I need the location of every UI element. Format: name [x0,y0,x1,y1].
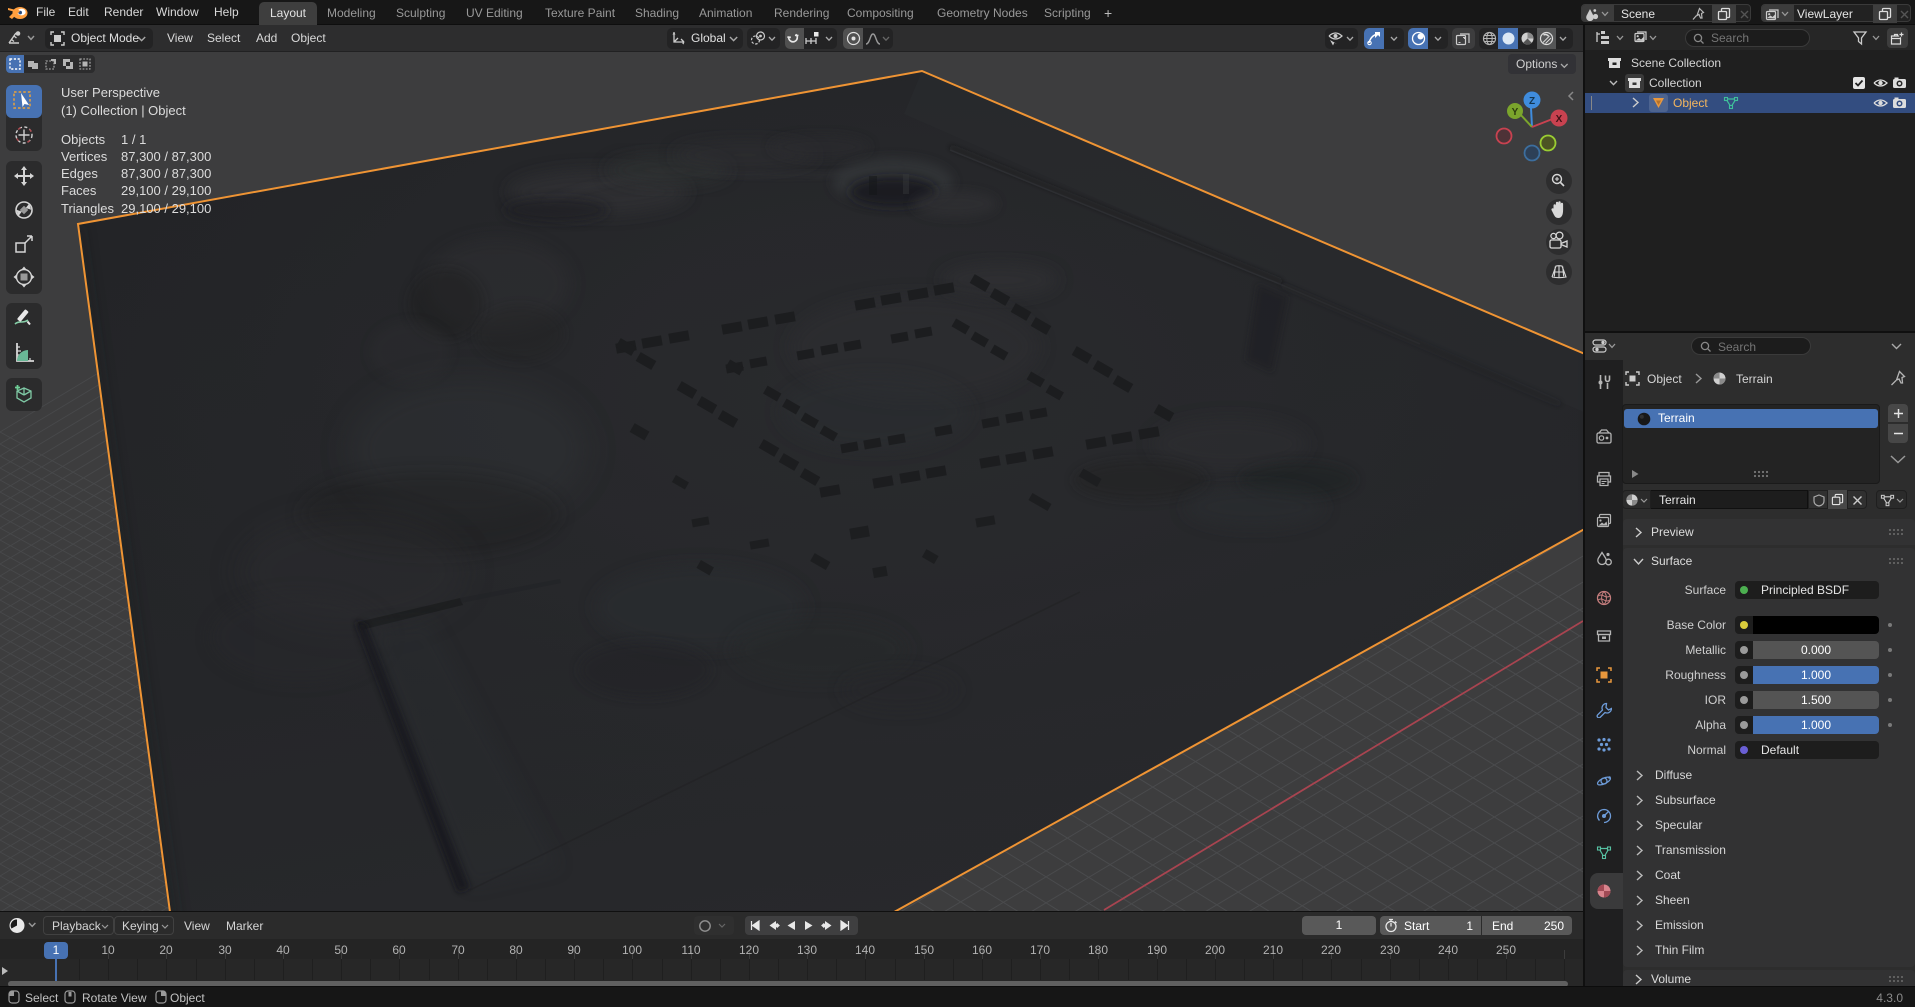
svg-text:Z: Z [1529,96,1535,107]
svg-text:Y: Y [1512,107,1519,118]
svg-text:X: X [1556,114,1563,125]
